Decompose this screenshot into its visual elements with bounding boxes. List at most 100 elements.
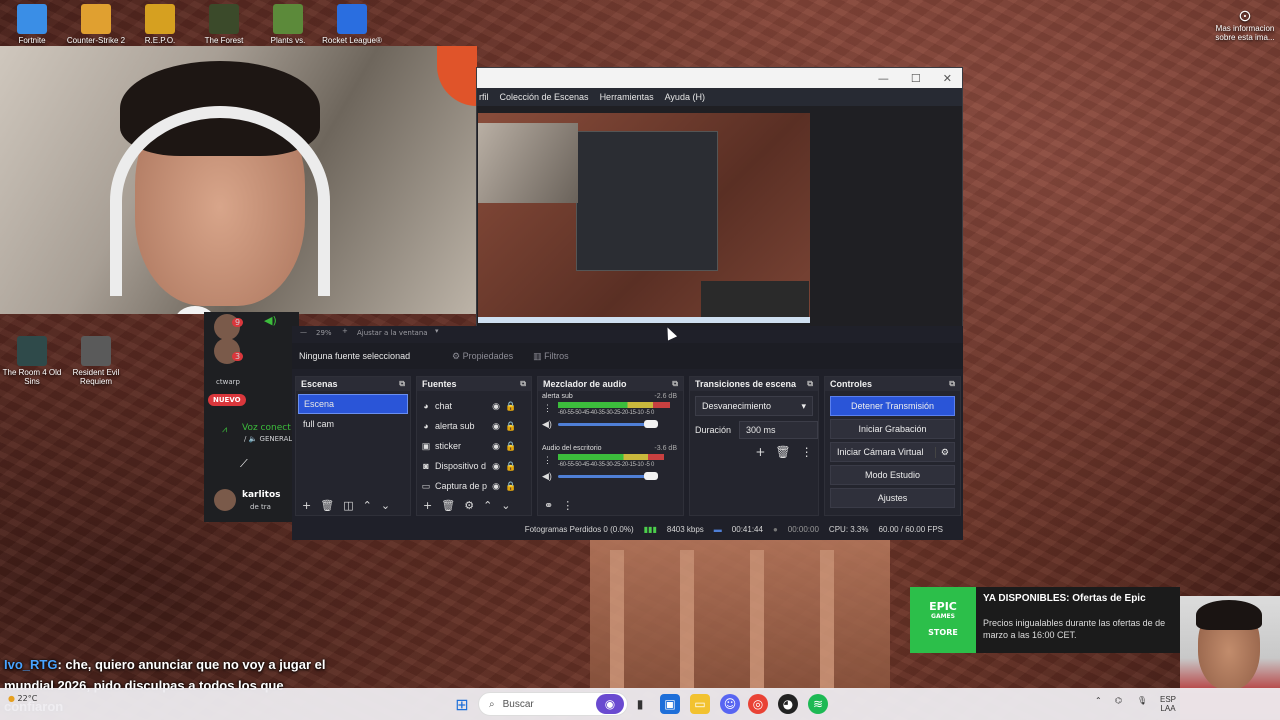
add-icon[interactable]: + [423,499,432,512]
task-view-icon[interactable]: ▮ [630,694,650,714]
menu-tools[interactable]: Herramientas [600,92,654,102]
zoom-minus[interactable]: — [300,328,307,336]
sources-title: Fuentes [422,379,457,389]
obs-icon[interactable]: ◕ [778,694,798,714]
link-icon[interactable]: ⚭ [544,499,553,512]
file-explorer-icon[interactable]: ▭ [690,694,710,714]
eye-icon[interactable]: ◉ [491,401,501,412]
chevron-up-icon[interactable]: ⌃ [363,499,372,512]
volume-knob[interactable] [644,420,658,428]
speaker-icon[interactable]: ◀) [264,314,277,327]
trash-icon[interactable]: 🗑 [320,499,334,512]
voice-connected: Voz conect [242,423,291,433]
weather-widget[interactable]: ● 22°C [8,694,37,703]
undock-icon[interactable]: ⧉ [949,379,955,389]
stream-preview[interactable] [478,113,810,323]
eye-icon[interactable]: ◉ [491,481,501,492]
add-icon[interactable]: + [302,499,311,512]
volume-slider[interactable] [558,420,658,428]
source-item[interactable]: ▭ Captura de p ◉ 🔒 [417,476,531,496]
scene-item[interactable]: full cam [298,414,408,434]
control-button[interactable]: Iniciar Cámara Virtual ⚙ [830,442,955,462]
volume-knob[interactable] [644,472,658,480]
discord-icon[interactable]: ☺ [720,694,740,714]
menu-bar: rfil Colección de Escenas Herramientas A… [477,88,962,106]
more-icon[interactable]: ⋮ [543,455,552,466]
trash-icon[interactable]: 🗑 [441,499,455,512]
menu-help[interactable]: Ayuda (H) [665,92,705,102]
desktop-shortcut[interactable]: R.E.P.O. [128,4,192,45]
wallpaper-info[interactable]: ⊙ Mas informacion sobre esta ima... [1210,9,1280,43]
desktop-shortcut[interactable]: Resident Evil Requiem [64,336,128,386]
avatar[interactable] [214,489,236,511]
chevron-up-icon[interactable]: ⌃ [483,499,492,512]
close-icon[interactable]: ✕ [943,72,952,85]
undock-icon[interactable]: ⧉ [399,379,405,389]
undock-icon[interactable]: ⧉ [672,379,678,389]
desktop-shortcut[interactable]: Fortnite [0,4,64,45]
speaker-icon[interactable]: ◀) [542,419,552,430]
copilot-icon[interactable]: ◉ [596,694,624,714]
gear-icon[interactable]: ⚙ [464,499,474,512]
lock-icon[interactable]: 🔒 [505,441,516,452]
source-item[interactable]: ◕ alerta sub ◉ 🔒 [417,416,531,436]
desktop-shortcut[interactable]: Counter-Strike 2 [64,4,128,45]
control-button[interactable]: Ajustes [830,488,955,508]
spotify-icon[interactable]: ≋ [808,694,828,714]
menu-scene-collection[interactable]: Colección de Escenas [500,92,589,102]
chevron-up-icon[interactable]: ⌃ [1095,696,1102,705]
epic-notification[interactable]: EPIC GAMES STORE YA DISPONIBLES: Ofertas… [910,587,1180,653]
duration-input[interactable]: 300 ms [739,421,818,439]
mic-icon[interactable]: 🎙 [1137,696,1147,705]
eye-icon[interactable]: ◉ [491,461,501,472]
maximize-icon[interactable]: ☐ [911,72,921,85]
chevron-down-icon[interactable]: ⌄ [501,499,510,512]
undock-icon[interactable]: ⧉ [807,379,813,389]
minimize-icon[interactable]: — [878,72,889,85]
browser-icon: ◕ [423,401,429,411]
scene-item[interactable]: Escena [298,394,408,414]
desktop-shortcut[interactable]: The Forest [192,4,256,45]
lock-icon[interactable]: 🔒 [505,481,516,492]
eye-icon[interactable]: ◉ [491,421,501,432]
more-icon[interactable]: ⋮ [543,403,552,414]
eye-icon[interactable]: ◉ [491,441,501,452]
fit-window[interactable]: Ajustar a la ventana [357,329,428,337]
gear-icon[interactable]: ⚙ [934,446,954,458]
lock-icon[interactable]: 🔒 [505,401,516,412]
desktop-shortcut[interactable]: Plants vs. [256,4,320,45]
lock-icon[interactable]: 🔒 [505,461,516,472]
signal-icon: ▮▮▮ [643,524,657,534]
control-button[interactable]: Modo Estudio [830,465,955,485]
store-icon[interactable]: ▣ [660,694,680,714]
lock-icon[interactable]: 🔒 [505,421,516,432]
desktop-shortcut[interactable]: Rocket League® [320,4,384,45]
language-indicator[interactable]: ESP LAA [1160,695,1176,713]
undock-icon[interactable]: ⧉ [520,379,526,389]
add-icon[interactable]: + [755,445,765,459]
chrome-icon[interactable]: ◎ [748,694,768,714]
source-item[interactable]: ◕ chat ◉ 🔒 [417,396,531,416]
speaker-icon[interactable]: ◀) [542,471,552,482]
desktop-shortcut[interactable]: The Room 4 Old Sins [0,336,64,386]
source-item[interactable]: ▣ sticker ◉ 🔒 [417,436,531,456]
filters-button[interactable]: ▥ Filtros [525,348,577,365]
zoom-plus[interactable]: + [342,327,348,335]
properties-button[interactable]: ⚙ Propiedades [444,348,521,365]
windows-start-icon[interactable]: ⊞ [452,694,472,714]
trash-icon[interactable]: 🗑 [775,445,790,459]
filter-icon[interactable]: ◫ [343,499,353,512]
volume-slider[interactable] [558,472,658,480]
control-button[interactable]: Detener Transmisión [830,396,955,416]
more-icon[interactable]: ⋮ [801,445,813,459]
noise-icon[interactable]: ⟋ [240,457,248,471]
control-button[interactable]: Iniciar Grabación [830,419,955,439]
source-item[interactable]: ◙ Dispositivo d ◉ 🔒 [417,456,531,476]
transition-select[interactable]: Desvanecimiento ▾ [695,396,813,416]
chevron-down-icon[interactable]: ⌄ [381,499,390,512]
new-badge: NUEVO [208,394,246,406]
menu-profile[interactable]: rfil [479,92,489,102]
network-icon[interactable]: ⌬ [1115,696,1122,705]
more-icon[interactable]: ⋮ [562,499,573,512]
fit-dropdown-icon[interactable]: ▾ [435,327,439,335]
